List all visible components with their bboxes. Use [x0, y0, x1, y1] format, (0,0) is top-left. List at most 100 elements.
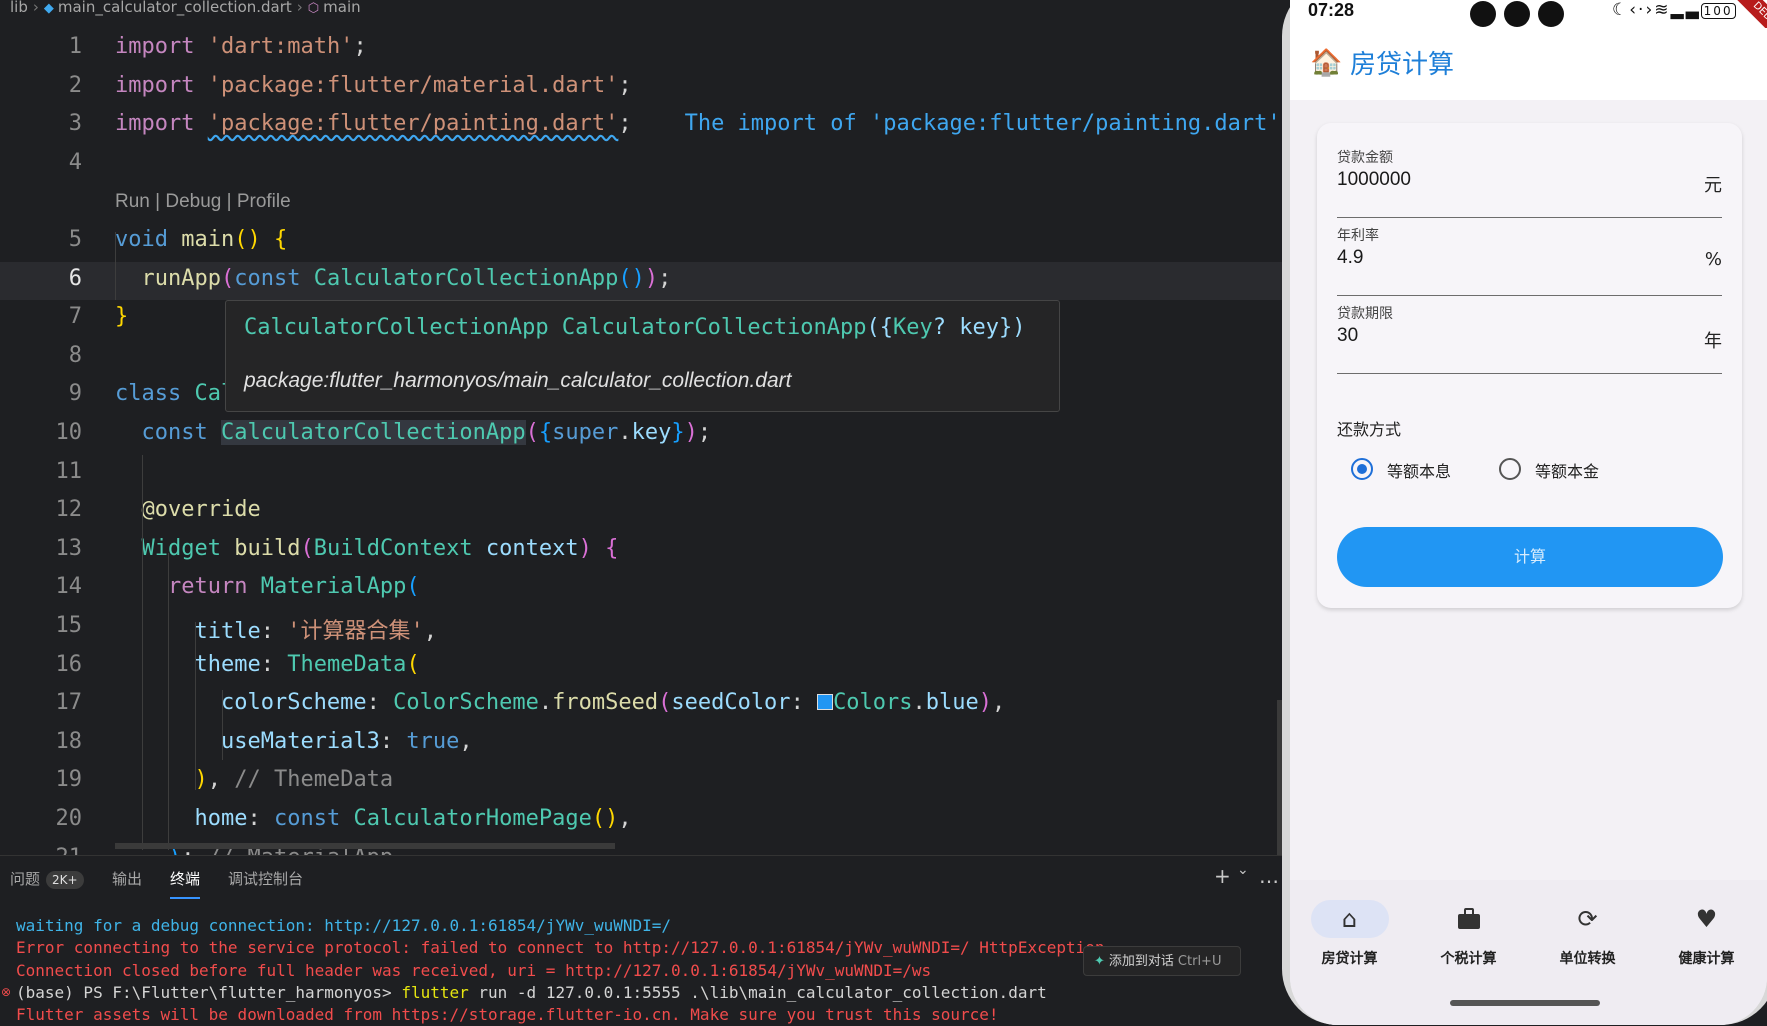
line-number: 12 — [55, 497, 83, 523]
code-text[interactable]: const CalculatorCollectionApp({super.key… — [115, 420, 711, 445]
nav-label: 单位转换 — [1559, 951, 1616, 967]
horizontal-scrollbar[interactable] — [115, 843, 615, 849]
loan-amount-input[interactable]: 1000000 — [1337, 169, 1411, 191]
codelens-run-debug-profile[interactable]: Run | Debug | Profile — [115, 191, 291, 213]
tab-terminal[interactable]: 终端 — [170, 868, 201, 899]
code-line[interactable]: 10 const CalculatorCollectionApp({super.… — [0, 416, 1282, 454]
nav-item-unit-convert[interactable]: ⟳ 单位转换 — [1528, 900, 1647, 968]
more-actions-icon[interactable]: … — [1259, 864, 1279, 888]
nav-item-mortgage[interactable]: ⌂ 房贷计算 — [1290, 900, 1409, 968]
terminal-command: flutter — [401, 983, 469, 1002]
code-editor[interactable]: lib › ◆ main_calculator_collection.dart › ⬡ ma… — [0, 0, 1282, 855]
loan-term-field[interactable]: 贷款期限 30 年 — [1337, 299, 1722, 374]
code-text[interactable]: import 'package:flutter/painting.dart'; … — [115, 111, 1282, 136]
line-number: 5 — [68, 227, 82, 252]
code-text[interactable]: return MaterialApp( — [115, 574, 420, 599]
line-number: 7 — [68, 304, 82, 330]
interest-rate-field[interactable]: 年利率 4.9 % — [1337, 221, 1722, 296]
code-text[interactable]: } — [115, 304, 128, 329]
bottom-panel: 问题 2K+ 输出 终端 调试控制台 + ⌄ … waiting for a de… — [0, 855, 1282, 1026]
radio-equal-principal[interactable] — [1499, 458, 1521, 480]
code-text[interactable]: import 'package:flutter/material.dart'; — [115, 73, 632, 98]
code-area[interactable]: 1 import 'dart:math'; 2 import 'package:flu… — [0, 30, 1282, 855]
code-line[interactable]: 20 home: const CalculatorHomePage(), — [0, 802, 1282, 840]
code-line[interactable]: 4 — [0, 146, 1282, 184]
loan-amount-field[interactable]: 贷款金额 1000000 元 — [1337, 143, 1722, 218]
tab-problems[interactable]: 问题 2K+ — [10, 868, 84, 889]
code-line[interactable]: 11 — [0, 455, 1282, 493]
line-number: 19 — [55, 767, 83, 793]
indent-guide — [195, 622, 196, 790]
code-text[interactable]: @override — [115, 497, 261, 522]
interest-rate-input[interactable]: 4.9 — [1337, 247, 1363, 269]
line-number: 8 — [68, 342, 82, 368]
code-line[interactable]: 2 import 'package:flutter/material.dart'; — [0, 69, 1282, 107]
line-number: 2 — [68, 72, 82, 98]
code-text[interactable]: title: '计算器合集', — [115, 613, 436, 645]
chevron-down-icon[interactable]: ⌄ — [1237, 862, 1249, 878]
calculate-button[interactable]: 计算 — [1337, 527, 1723, 587]
code-line[interactable]: 1 import 'dart:math'; — [0, 30, 1282, 68]
add-terminal-icon[interactable]: + — [1214, 864, 1231, 888]
tab-debug-console[interactable]: 调试控制台 — [228, 868, 303, 889]
repayment-method-label: 还款方式 — [1337, 420, 1402, 439]
code-line[interactable]: 14 return MaterialApp( — [0, 570, 1282, 608]
loan-term-input[interactable]: 30 — [1337, 325, 1358, 347]
breadcrumb-folder[interactable]: lib — [10, 0, 28, 16]
panel-tabs: 问题 2K+ 输出 终端 调试控制台 + ⌄ … — [0, 856, 1282, 899]
line-number: 9 — [68, 381, 82, 407]
code-text[interactable]: Widget build(BuildContext context) { — [115, 536, 619, 561]
code-text[interactable]: void main() { — [115, 227, 287, 252]
nav-item-tax[interactable]: 个税计算 — [1409, 900, 1528, 968]
code-text[interactable]: colorScheme: ColorScheme.fromSeed(seedCo… — [115, 690, 1005, 715]
battery-icon: 100 — [1700, 3, 1736, 19]
radio-equal-installment-label[interactable]: 等额本息 — [1387, 458, 1451, 482]
line-number: 6 — [68, 265, 82, 291]
line-number: 18 — [55, 728, 83, 754]
camera-cutout — [1538, 1, 1564, 27]
code-line[interactable]: 3 import 'package:flutter/painting.dart';… — [0, 107, 1282, 145]
nav-item-health[interactable]: ♥ 健康计算 — [1647, 900, 1766, 968]
home-indicator[interactable] — [1450, 1000, 1600, 1006]
signal-icon: ▂▃ — [1670, 0, 1701, 20]
heart-icon: ♥ — [1695, 905, 1718, 933]
breadcrumb-symbol[interactable]: main — [323, 0, 360, 16]
code-text[interactable]: import 'dart:math'; — [115, 34, 367, 59]
add-to-chat-label: 添加到对话 — [1108, 954, 1174, 969]
line-number: 13 — [55, 535, 83, 561]
loan-term-suffix: 年 — [1704, 331, 1722, 352]
code-text[interactable]: theme: ThemeData( — [115, 652, 419, 677]
interest-rate-suffix: % — [1704, 249, 1722, 270]
radio-equal-principal-label[interactable]: 等额本金 — [1535, 458, 1599, 482]
code-line[interactable]: 19 ), // ThemeData — [0, 763, 1282, 801]
code-line[interactable]: 6 runApp(const CalculatorCollectionApp()… — [0, 261, 1282, 300]
code-text[interactable]: ), // ThemeData — [115, 767, 393, 792]
code-line[interactable]: 16 theme: ThemeData( — [0, 648, 1282, 686]
breadcrumb-file[interactable]: main_calculator_collection.dart — [58, 0, 292, 16]
radio-equal-installment[interactable] — [1351, 458, 1373, 480]
sparkle-icon: ✦ — [1094, 954, 1105, 969]
camera-cutout — [1470, 1, 1496, 27]
code-line[interactable]: 18 useMaterial3: true, — [0, 725, 1282, 763]
add-to-chat-chip[interactable]: ✦ 添加到对话 Ctrl+U — [1083, 946, 1241, 976]
code-line[interactable]: 17 colorScheme: ColorScheme.fromSeed(see… — [0, 686, 1282, 724]
code-line[interactable]: 12 @override — [0, 493, 1282, 531]
code-text[interactable]: home: const CalculatorHomePage(), — [115, 806, 631, 831]
briefcase-icon — [1430, 900, 1508, 938]
app-bar: 🏠 房贷计算 — [1290, 28, 1767, 100]
code-line[interactable]: 5 void main() { — [0, 223, 1282, 261]
app-title: 房贷计算 — [1350, 50, 1455, 80]
code-line[interactable]: 15 title: '计算器合集', — [0, 609, 1282, 647]
line-number: 16 — [55, 651, 83, 677]
code-line[interactable]: 13 Widget build(BuildContext context) { — [0, 532, 1282, 570]
chevron-right-icon: › — [296, 0, 303, 16]
moon-icon: ☾ — [1612, 0, 1630, 20]
tab-output[interactable]: 输出 — [112, 868, 142, 889]
line-number: 14 — [55, 574, 83, 600]
dart-file-icon: ◆ — [43, 1, 54, 16]
code-text[interactable]: runApp(const CalculatorCollectionApp()); — [115, 266, 672, 291]
nav-label: 房贷计算 — [1321, 951, 1378, 967]
terminal-prompt: (base) PS F:\Flutter\flutter_harmonyos> — [16, 983, 402, 1002]
line-number: 3 — [68, 111, 82, 137]
line-number: 10 — [55, 420, 83, 445]
